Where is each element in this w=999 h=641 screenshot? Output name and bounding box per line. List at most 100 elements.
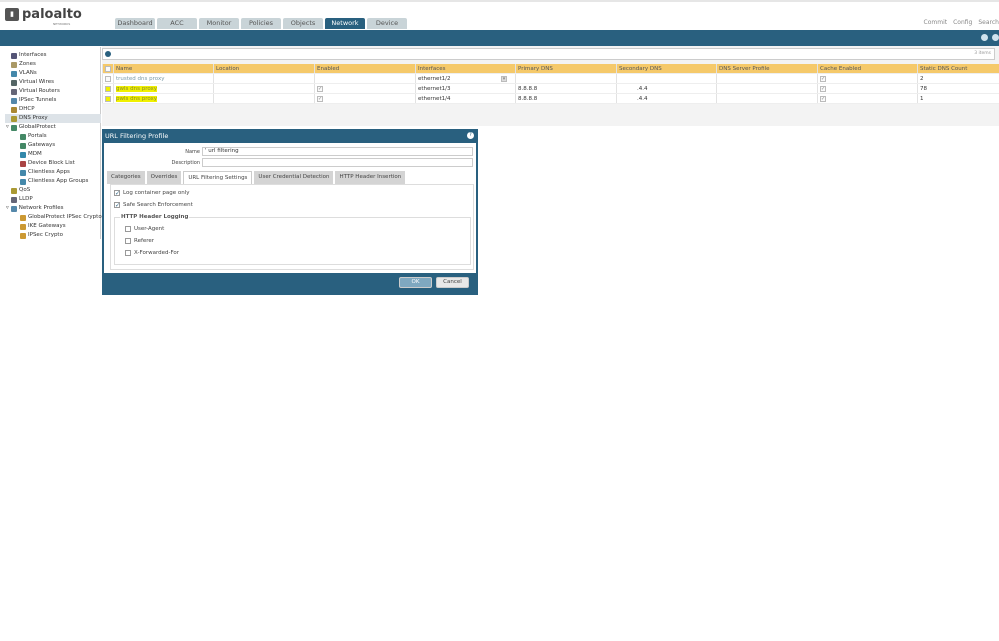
sidebar-icon [11, 52, 17, 59]
name-input[interactable]: ' url filtering [202, 147, 473, 156]
column-header[interactable]: Cache Enabled [817, 64, 917, 73]
row-name[interactable]: gwls dns proxy [113, 84, 213, 93]
cancel-button[interactable]: Cancel [436, 277, 469, 288]
checkbox-icon[interactable] [105, 75, 111, 82]
checkbox-icon[interactable] [105, 65, 111, 72]
help-icon[interactable] [992, 34, 999, 41]
safe-search-checkbox[interactable]: ✓ Safe Search Enforcement [114, 202, 193, 209]
sidebar-item-virtual-wires[interactable]: Virtual Wires [11, 78, 54, 87]
ok-button[interactable]: OK [399, 277, 432, 288]
sidebar-icon [11, 115, 17, 122]
sidebar-item-device-block-list[interactable]: Device Block List [20, 159, 75, 168]
search-icon[interactable] [105, 51, 111, 57]
user-agent-checkbox[interactable]: User-Agent [125, 226, 164, 232]
tab-device[interactable]: Device [367, 18, 407, 29]
row-primary-dns: 8.8.8.8 [515, 94, 616, 103]
dialog-tab-url-filtering-settings[interactable]: URL Filtering Settings [183, 171, 253, 184]
refresh-icon[interactable] [981, 34, 988, 41]
sidebar-item-ipsec-crypto[interactable]: IPSec Crypto [20, 231, 63, 240]
sidebar-item-dns-proxy[interactable]: DNS Proxy [5, 114, 101, 123]
sidebar-item-label: VLANs [19, 70, 37, 76]
tab-objects[interactable]: Objects [283, 18, 323, 29]
sidebar-icon [20, 178, 26, 185]
sidebar-icon [11, 106, 17, 113]
tab-acc[interactable]: ACC [157, 18, 197, 29]
checkbox-icon[interactable] [105, 85, 111, 92]
sidebar-item-label: IPSec Tunnels [19, 97, 57, 103]
description-input[interactable] [202, 158, 473, 167]
row-select[interactable] [102, 94, 113, 103]
http-header-logging-legend: HTTP Header Logging [120, 214, 190, 220]
log-container-checkbox[interactable]: ✓ Log container page only [114, 190, 190, 197]
tab-monitor[interactable]: Monitor [199, 18, 239, 29]
table-row[interactable]: gwls dns proxy ✓ ethernet1/3 8.8.8.8.4.4 ✓ 78 [102, 84, 999, 94]
dialog-tab-user-credential-detection[interactable]: User Credential Detection [254, 171, 334, 184]
config-button[interactable]: Config [953, 19, 972, 26]
sidebar-item-dhcp[interactable]: DHCP [11, 105, 35, 114]
sidebar-item-network-profiles[interactable]: ▿ Network Profiles [6, 204, 63, 213]
header-select-all[interactable] [102, 64, 113, 73]
table-row[interactable]: pwls dns proxy ✓ ethernet1/4 8.8.8.8.4.4 ✓ 1 [102, 94, 999, 104]
tab-dashboard[interactable]: Dashboard [115, 18, 155, 29]
column-header[interactable]: Primary DNS [515, 64, 616, 73]
check-icon: ✓ [820, 95, 826, 102]
sidebar-item-ike-gateways[interactable]: IKE Gateways [20, 222, 66, 231]
sidebar-item-gateways[interactable]: Gateways [20, 141, 55, 150]
column-header[interactable]: Secondary DNS [616, 64, 716, 73]
sidebar-item-label: Virtual Wires [19, 79, 54, 85]
table-row[interactable]: trusted dns proxy ethernet1/2 ▾ ✓ 2 [102, 74, 999, 84]
sidebar-icon [11, 70, 17, 77]
row-primary-dns [515, 74, 616, 83]
column-header[interactable]: Enabled [314, 64, 415, 73]
column-header[interactable]: DNS Server Profile [716, 64, 817, 73]
tab-policies[interactable]: Policies [241, 18, 281, 29]
expand-icon[interactable]: ▿ [6, 123, 9, 132]
sidebar-item-clientless-apps[interactable]: Clientless Apps [20, 168, 70, 177]
sidebar-icon [20, 232, 26, 239]
row-select[interactable] [102, 84, 113, 93]
tab-network[interactable]: Network [325, 18, 365, 29]
checkbox-icon[interactable] [105, 95, 111, 102]
dropdown-icon[interactable]: ▾ [501, 76, 507, 82]
sidebar-item-globalprotect-ipsec-crypto[interactable]: GlobalProtect IPSec Crypto [20, 213, 102, 222]
sidebar: Interfaces Zones VLANs Virtual Wires Virtual… [5, 47, 102, 240]
dns-proxy-table: Name Location Enabled Interfaces Primary DNS… [102, 64, 999, 104]
dialog-tab-http-header-insertion[interactable]: HTTP Header Insertion [335, 171, 406, 184]
row-name[interactable]: trusted dns proxy [113, 74, 213, 83]
column-header[interactable]: Name [113, 64, 213, 73]
dialog-tab-categories[interactable]: Categories [107, 171, 145, 184]
sidebar-item-clientless-app-groups[interactable]: Clientless App Groups [20, 177, 88, 186]
sidebar-item-vlans[interactable]: VLANs [11, 69, 37, 78]
referer-checkbox[interactable]: Referer [125, 238, 154, 244]
row-dns-server-profile [716, 94, 817, 103]
sidebar-item-ipsec-tunnels[interactable]: IPSec Tunnels [11, 96, 56, 105]
row-location [213, 74, 314, 83]
column-header[interactable]: Static DNS Count [917, 64, 999, 73]
sidebar-item-label: QoS [19, 187, 31, 193]
x-forwarded-for-checkbox[interactable]: X-Forwarded-For [125, 250, 179, 256]
checkbox-label: User-Agent [134, 226, 165, 232]
sidebar-item-label: GlobalProtect [18, 124, 56, 130]
row-secondary-dns: .4.4 [616, 84, 716, 93]
sidebar-item-globalprotect[interactable]: ▿ GlobalProtect [6, 123, 56, 132]
row-location [213, 94, 314, 103]
row-name[interactable]: pwls dns proxy [113, 94, 213, 103]
column-header[interactable]: Location [213, 64, 314, 73]
row-dns-server-profile [716, 74, 817, 83]
search-button[interactable]: Search [978, 19, 999, 26]
dialog-tab-overrides[interactable]: Overrides [146, 171, 182, 184]
sidebar-item-interfaces[interactable]: Interfaces [11, 51, 47, 60]
sidebar-item-virtual-routers[interactable]: Virtual Routers [11, 87, 60, 96]
sidebar-icon [20, 133, 26, 140]
commit-button[interactable]: Commit [924, 19, 948, 26]
filter-input[interactable]: 3 items [102, 48, 995, 60]
row-select[interactable] [102, 74, 113, 83]
sidebar-item-lldp[interactable]: LLDP [11, 195, 33, 204]
column-header[interactable]: Interfaces [415, 64, 515, 73]
sidebar-item-qos[interactable]: QoS [11, 186, 30, 195]
help-icon[interactable]: ? [467, 132, 474, 139]
sidebar-item-zones[interactable]: Zones [11, 60, 36, 69]
sidebar-item-portals[interactable]: Portals [20, 132, 47, 141]
expand-icon[interactable]: ▿ [6, 204, 9, 213]
sidebar-item-mdm[interactable]: MDM [20, 150, 42, 159]
